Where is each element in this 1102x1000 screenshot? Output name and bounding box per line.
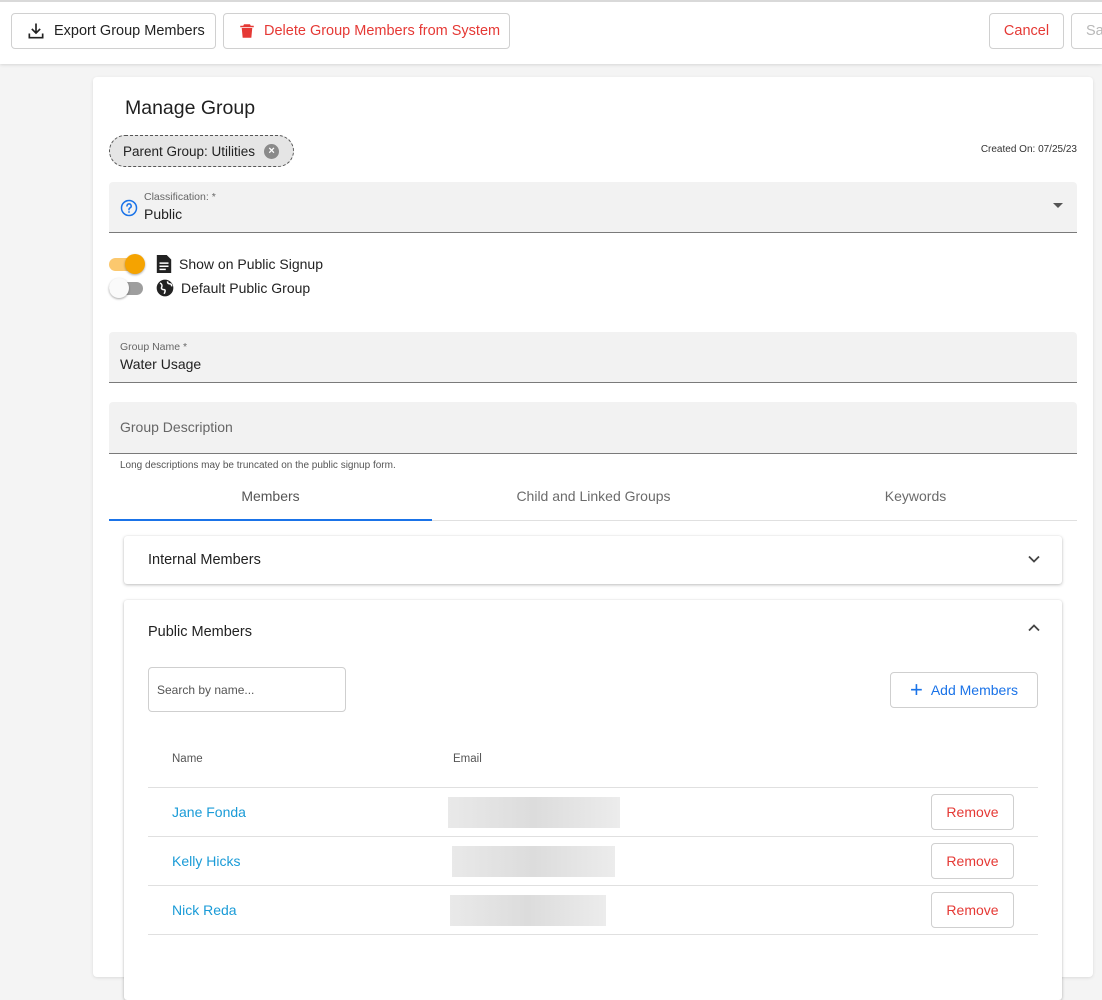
globe-icon	[156, 279, 174, 297]
member-name-link[interactable]: Nick Reda	[172, 902, 237, 918]
parent-group-chip-label: Parent Group: Utilities	[123, 143, 256, 159]
page-title: Manage Group	[125, 97, 256, 119]
remove-button[interactable]: Remove	[931, 794, 1014, 830]
top-toolbar: Export Group Members Delete Group Member…	[0, 0, 1102, 64]
help-icon[interactable]	[120, 199, 138, 217]
manage-group-card: Manage Group Parent Group: Utilities × C…	[93, 77, 1093, 1000]
add-members-label: Add Members	[930, 682, 1018, 698]
tab-keywords[interactable]: Keywords	[754, 475, 1077, 521]
trash-icon	[240, 24, 254, 38]
table-row: Nick Reda Remove	[148, 885, 1038, 934]
group-description-field[interactable]: Group Description	[109, 402, 1077, 454]
default-public-group-toggle[interactable]	[109, 278, 145, 298]
parent-group-chip[interactable]: Parent Group: Utilities ×	[109, 135, 294, 167]
export-members-label: Export Group Members	[54, 23, 205, 39]
default-public-group-row: Default Public Group	[109, 278, 310, 298]
internal-members-panel[interactable]: Internal Members	[124, 536, 1062, 584]
chevron-up-icon[interactable]	[1028, 624, 1040, 632]
cancel-button[interactable]: Cancel	[989, 13, 1064, 49]
group-tabs: Members Child and Linked Groups Keywords	[109, 475, 1077, 521]
delete-members-label: Delete Group Members from System	[264, 23, 501, 39]
redacted-email	[450, 895, 606, 926]
add-members-button[interactable]: + Add Members	[890, 672, 1038, 708]
download-icon	[28, 23, 44, 39]
tab-members[interactable]: Members	[109, 475, 432, 521]
redacted-email	[452, 846, 615, 877]
show-on-public-signup-row: Show on Public Signup	[109, 254, 323, 274]
group-name-label: Group Name *	[120, 341, 188, 353]
close-icon[interactable]: ×	[264, 143, 280, 159]
member-name-link[interactable]: Jane Fonda	[172, 804, 246, 820]
table-row: Kelly Hicks Remove	[148, 836, 1038, 885]
show-on-public-signup-toggle[interactable]	[109, 254, 145, 274]
classification-value: Public	[144, 206, 183, 222]
column-header-name[interactable]: Name	[172, 753, 203, 765]
group-name-field[interactable]: Group Name * Water Usage	[109, 332, 1077, 383]
classification-select[interactable]: Classification: * Public	[109, 182, 1077, 233]
public-members-title: Public Members	[148, 624, 252, 640]
group-description-placeholder: Group Description	[120, 419, 233, 435]
remove-button[interactable]: Remove	[931, 892, 1014, 928]
redacted-email	[448, 797, 620, 828]
tab-child-and-linked-groups[interactable]: Child and Linked Groups	[432, 475, 755, 521]
internal-members-title: Internal Members	[148, 552, 261, 568]
export-members-button[interactable]: Export Group Members	[11, 13, 216, 49]
delete-members-button[interactable]: Delete Group Members from System	[223, 13, 510, 49]
chevron-down-icon	[1053, 203, 1063, 208]
show-on-public-signup-label: Show on Public Signup	[179, 256, 323, 272]
search-input[interactable]	[148, 667, 346, 712]
group-description-hint: Long descriptions may be truncated on th…	[120, 460, 396, 471]
default-public-group-label: Default Public Group	[181, 280, 311, 296]
document-icon	[156, 255, 172, 273]
save-button[interactable]: Sa	[1071, 13, 1102, 49]
public-members-panel: Public Members + Add Members Name Email …	[124, 600, 1062, 1000]
column-header-email[interactable]: Email	[453, 753, 482, 765]
table-row-divider	[148, 934, 1038, 983]
created-on-text: Created On: 07/25/23	[980, 144, 1077, 155]
remove-button[interactable]: Remove	[931, 843, 1014, 879]
plus-icon: +	[909, 677, 923, 702]
chevron-down-icon[interactable]	[1028, 555, 1040, 563]
group-name-value: Water Usage	[120, 356, 202, 372]
table-row: Jane Fonda Remove	[148, 787, 1038, 836]
classification-label: Classification: *	[144, 191, 216, 203]
member-name-link[interactable]: Kelly Hicks	[172, 853, 240, 869]
